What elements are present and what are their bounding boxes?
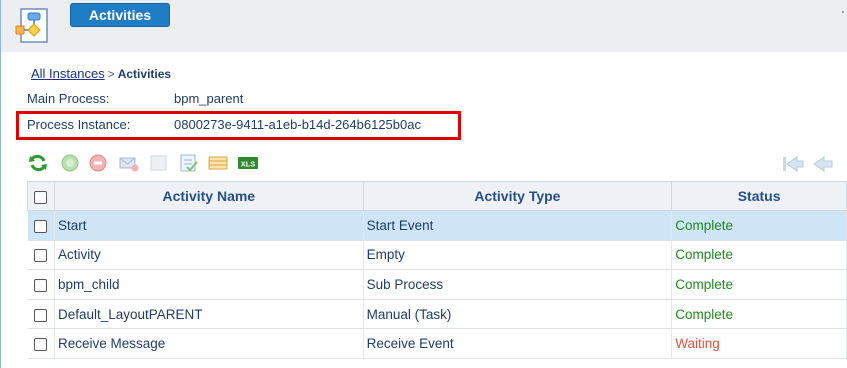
- export-xls-text: XLS: [241, 160, 256, 169]
- send-mail-icon[interactable]: [119, 153, 139, 173]
- row-checkbox[interactable]: [34, 278, 48, 292]
- row-checkbox-cell[interactable]: [27, 328, 55, 359]
- stop-icon[interactable]: [88, 153, 108, 173]
- activity-type-cell: Receive Event: [363, 328, 673, 359]
- process-instance-label: Process Instance:: [27, 117, 131, 132]
- table-row[interactable]: Start Start Event Complete: [27, 210, 847, 241]
- row-checkbox[interactable]: [34, 308, 48, 322]
- process-flow-icon: [15, 8, 48, 43]
- first-page-icon[interactable]: [782, 154, 804, 174]
- activity-type-cell: Empty: [363, 240, 673, 271]
- activity-name-cell: Activity: [54, 240, 364, 271]
- main-process-value: bpm_parent: [174, 91, 244, 106]
- table-row[interactable]: bpm_child Sub Process Complete: [27, 269, 847, 300]
- table-row[interactable]: Activity Empty Complete: [27, 240, 847, 271]
- row-checkbox-cell[interactable]: [27, 210, 55, 241]
- row-checkbox-cell[interactable]: [27, 269, 55, 300]
- row-checkbox[interactable]: [34, 338, 48, 352]
- row-checkbox-cell[interactable]: [27, 299, 55, 330]
- activity-type-cell: Sub Process: [363, 269, 673, 300]
- select-all-column[interactable]: [27, 181, 55, 211]
- breadcrumb: All Instances > Activities: [31, 66, 171, 81]
- activity-name-cell: Start: [54, 210, 364, 241]
- status-cell: Complete: [671, 210, 847, 241]
- activity-name-cell: Receive Message: [54, 328, 364, 359]
- header-bar: Activities ': [1, 0, 847, 52]
- breadcrumb-separator: >: [107, 67, 115, 81]
- column-header-activity-type[interactable]: Activity Type: [362, 181, 673, 211]
- row-checkbox-cell[interactable]: [27, 240, 55, 271]
- previous-page-icon[interactable]: [812, 154, 834, 174]
- activity-type-cell: Start Event: [363, 210, 673, 241]
- page-title-tab[interactable]: Activities: [70, 3, 170, 27]
- status-cell: Complete: [671, 299, 847, 330]
- activity-name-cell: bpm_child: [54, 269, 364, 300]
- row-checkbox[interactable]: [34, 249, 48, 263]
- status-cell: Complete: [671, 269, 847, 300]
- activity-type-cell: Manual (Task): [363, 299, 673, 330]
- main-process-label: Main Process:: [27, 91, 110, 106]
- select-all-checkbox[interactable]: [34, 190, 48, 204]
- refresh-icon[interactable]: [28, 153, 48, 173]
- activities-table: Activity Name Activity Type Status Start…: [27, 181, 847, 359]
- breadcrumb-current: Activities: [117, 67, 172, 81]
- export-xls-icon[interactable]: XLS: [238, 153, 258, 173]
- resume-icon[interactable]: [60, 153, 80, 173]
- row-checkbox[interactable]: [34, 219, 48, 233]
- column-header-status[interactable]: Status: [671, 181, 847, 211]
- status-cell: Complete: [671, 240, 847, 271]
- column-header-activity-name[interactable]: Activity Name: [53, 181, 364, 211]
- blank-icon[interactable]: [149, 153, 169, 173]
- activity-name-cell: Default_LayoutPARENT: [54, 299, 364, 330]
- process-instance-value: 0800273e-9411-a1eb-b14d-264b6125b0ac: [174, 117, 421, 132]
- table-row[interactable]: Receive Message Receive Event Waiting: [27, 328, 847, 359]
- header-menu-marker[interactable]: ': [842, 10, 847, 21]
- grid-view-icon[interactable]: [208, 153, 228, 173]
- table-header-row: Activity Name Activity Type Status: [27, 181, 847, 211]
- table-row[interactable]: Default_LayoutPARENT Manual (Task) Complet…: [27, 299, 847, 330]
- status-cell: Waiting: [671, 328, 847, 359]
- edit-form-icon[interactable]: [179, 153, 199, 173]
- breadcrumb-link-all-instances[interactable]: All Instances: [31, 66, 105, 81]
